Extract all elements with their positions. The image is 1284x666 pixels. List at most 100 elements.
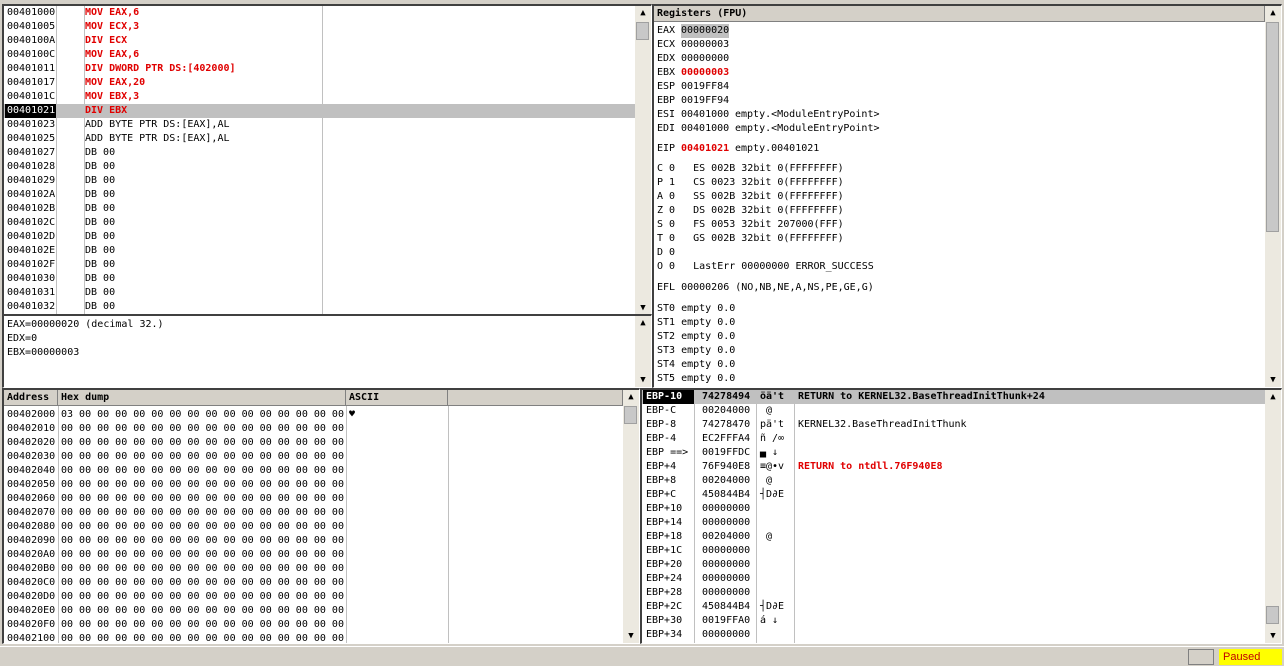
dump-row[interactable]: 004020B0 00 00 00 00 00 00 00 00 00 00 00… xyxy=(4,562,623,576)
register-row[interactable]: EDX 00000000 xyxy=(654,52,1265,66)
flag-row[interactable]: D 0 xyxy=(657,246,1265,260)
stack-row[interactable]: EBP+4 76F940E8 ≡@∙v RETURN to ntdll.76F940E… xyxy=(642,460,1265,474)
stack-row[interactable]: EBP-4 EC2FFFA4 ñ /∞ xyxy=(642,432,1265,446)
disasm-row[interactable]: 00401032 DB 00 xyxy=(4,300,635,314)
fpu-row[interactable]: ST0 empty 0.0 xyxy=(657,302,1265,316)
disasm-row[interactable]: 0040102C DB 00 xyxy=(4,216,635,230)
scroll-up-icon[interactable]: ▲ xyxy=(623,390,639,404)
registers-scrollbar[interactable]: ▲ ▼ xyxy=(1265,6,1281,387)
dump-row[interactable]: 004020F0 00 00 00 00 00 00 00 00 00 00 00… xyxy=(4,618,623,632)
dump-row[interactable]: 00402050 00 00 00 00 00 00 00 00 00 00 00… xyxy=(4,478,623,492)
stack-row[interactable]: EBP+1C 00000000 xyxy=(642,544,1265,558)
efl-row[interactable]: EFL 00000206 (NO,NB,NE,A,NS,PE,GE,G) xyxy=(657,281,1265,295)
register-value[interactable]: 00000003 xyxy=(681,38,729,52)
disasm-row[interactable]: 0040100C MOV EAX,6 xyxy=(4,48,635,62)
scroll-thumb[interactable] xyxy=(1266,606,1279,624)
dump-row[interactable]: 004020C0 00 00 00 00 00 00 00 00 00 00 00… xyxy=(4,576,623,590)
register-value[interactable]: 0019FF84 xyxy=(681,80,729,94)
disasm-row[interactable]: 00401025 ADD BYTE PTR DS:[EAX],AL xyxy=(4,132,635,146)
scroll-up-icon[interactable]: ▲ xyxy=(635,6,651,20)
scroll-up-icon[interactable]: ▲ xyxy=(635,316,651,330)
dump-row[interactable]: 00402100 00 00 00 00 00 00 00 00 00 00 00… xyxy=(4,632,623,643)
register-row[interactable]: EBP 0019FF94 xyxy=(654,94,1265,108)
stack-row[interactable]: EBP+10 00000000 xyxy=(642,502,1265,516)
stack-row[interactable]: EBP+14 00000000 xyxy=(642,516,1265,530)
dump-row[interactable]: 00402070 00 00 00 00 00 00 00 00 00 00 00… xyxy=(4,506,623,520)
stack-row[interactable]: EBP-8 74278470 pä't KERNEL32.BaseThreadInit… xyxy=(642,418,1265,432)
disassembly-pane[interactable]: 00401000 MOV EAX,6 00401005 MOV ECX,3 004010… xyxy=(2,4,652,316)
register-row[interactable]: ESI 00401000 empty.<ModuleEntryPoint> xyxy=(654,108,1265,122)
disasm-row[interactable]: 00401017 MOV EAX,20 xyxy=(4,76,635,90)
scroll-up-icon[interactable]: ▲ xyxy=(1265,390,1281,404)
disasm-row[interactable]: 00401027 DB 00 xyxy=(4,146,635,160)
scroll-down-icon[interactable]: ▼ xyxy=(623,629,639,643)
scroll-down-icon[interactable]: ▼ xyxy=(1265,373,1281,387)
registers-pane[interactable]: Registers (FPU) EAX 00000020 ECX 00000003 ED… xyxy=(652,4,1282,388)
dump-header-ascii[interactable]: ASCII xyxy=(346,390,448,406)
disasm-row[interactable]: 00401005 MOV ECX,3 xyxy=(4,20,635,34)
stack-row[interactable]: EBP+20 00000000 xyxy=(642,558,1265,572)
register-value[interactable]: 0019FF94 xyxy=(681,94,729,108)
dump-row[interactable]: 00402060 00 00 00 00 00 00 00 00 00 00 00… xyxy=(4,492,623,506)
stack-row[interactable]: EBP+24 00000000 xyxy=(642,572,1265,586)
scroll-thumb[interactable] xyxy=(624,406,637,424)
flag-row[interactable]: T 0 GS 002B 32bit 0(FFFFFFFF) xyxy=(657,232,1265,246)
disasm-row[interactable]: 00401028 DB 00 xyxy=(4,160,635,174)
disasm-row[interactable]: 0040101C MOV EBX,3 xyxy=(4,90,635,104)
stack-row[interactable]: EBP-C 00204000 @ xyxy=(642,404,1265,418)
dump-row[interactable]: 004020A0 00 00 00 00 00 00 00 00 00 00 00… xyxy=(4,548,623,562)
register-value[interactable]: 00000020 xyxy=(681,24,730,38)
disasm-row[interactable]: 0040102E DB 00 xyxy=(4,244,635,258)
stack-scrollbar[interactable]: ▲ ▼ xyxy=(1265,390,1281,643)
register-value[interactable]: 00000000 xyxy=(681,52,729,66)
disasm-row[interactable]: 00401029 DB 00 xyxy=(4,174,635,188)
stack-row[interactable]: EBP+C 450844B4 ┤D∂E xyxy=(642,488,1265,502)
flag-row[interactable]: O 0 LastErr 00000000 ERROR_SUCCESS xyxy=(657,260,1265,274)
disasm-row[interactable]: 0040102D DB 00 xyxy=(4,230,635,244)
stack-row[interactable]: EBP+30 0019FFA0 á ↓ xyxy=(642,614,1265,628)
disasm-row[interactable]: 0040102B DB 00 xyxy=(4,202,635,216)
disasm-row[interactable]: 00401031 DB 00 xyxy=(4,286,635,300)
dump-row[interactable]: 00402080 00 00 00 00 00 00 00 00 00 00 00… xyxy=(4,520,623,534)
fpu-row[interactable]: ST3 empty 0.0 xyxy=(657,344,1265,358)
register-value[interactable]: 00000003 xyxy=(681,66,729,80)
scroll-down-icon[interactable]: ▼ xyxy=(635,373,651,387)
flag-row[interactable]: C 0 ES 002B 32bit 0(FFFFFFFF) xyxy=(657,162,1265,176)
registers-title[interactable]: Registers (FPU) xyxy=(654,6,1265,22)
dump-row[interactable]: 00402010 00 00 00 00 00 00 00 00 00 00 00… xyxy=(4,422,623,436)
stack-row[interactable]: EBP+2C 450844B4 ┤D∂E xyxy=(642,600,1265,614)
register-row[interactable]: EDI 00401000 empty.<ModuleEntryPoint> xyxy=(654,122,1265,136)
stack-row[interactable]: EBP ==> 0019FFDC ▄ ↓ xyxy=(642,446,1265,460)
stack-row[interactable]: EBP+28 00000000 xyxy=(642,586,1265,600)
disasm-row[interactable]: 0040100A DIV ECX xyxy=(4,34,635,48)
fpu-row[interactable]: ST1 empty 0.0 xyxy=(657,316,1265,330)
register-row[interactable]: ESP 0019FF84 xyxy=(654,80,1265,94)
fpu-row[interactable]: ST2 empty 0.0 xyxy=(657,330,1265,344)
register-row[interactable]: EIP 00401021 empty.00401021 xyxy=(654,142,1265,156)
info-scrollbar[interactable]: ▲ ▼ xyxy=(635,316,651,387)
dump-scrollbar[interactable]: ▲ ▼ xyxy=(623,390,639,643)
flag-row[interactable]: S 0 FS 0053 32bit 207000(FFF) xyxy=(657,218,1265,232)
dump-row[interactable]: 004020E0 00 00 00 00 00 00 00 00 00 00 00… xyxy=(4,604,623,618)
disasm-row[interactable]: 00401000 MOV EAX,6 xyxy=(4,6,635,20)
dump-row[interactable]: 00402030 00 00 00 00 00 00 00 00 00 00 00… xyxy=(4,450,623,464)
register-value[interactable]: 00401000 xyxy=(681,108,729,122)
flag-row[interactable]: Z 0 DS 002B 32bit 0(FFFFFFFF) xyxy=(657,204,1265,218)
disasm-row[interactable]: 00401021 DIV EBX xyxy=(4,104,635,118)
register-row[interactable]: ECX 00000003 xyxy=(654,38,1265,52)
stack-row[interactable]: EBP+8 00204000 @ xyxy=(642,474,1265,488)
fpu-row[interactable]: ST4 empty 0.0 xyxy=(657,358,1265,372)
stack-row[interactable]: EBP-10 74278494 öä't RETURN to KERNEL32.Bas… xyxy=(642,390,1265,404)
dump-header-hex[interactable]: Hex dump xyxy=(58,390,346,406)
flag-row[interactable]: A 0 SS 002B 32bit 0(FFFFFFFF) xyxy=(657,190,1265,204)
dump-header-address[interactable]: Address xyxy=(4,390,58,406)
disasm-row[interactable]: 0040102F DB 00 xyxy=(4,258,635,272)
flag-row[interactable]: P 1 CS 0023 32bit 0(FFFFFFFF) xyxy=(657,176,1265,190)
register-row[interactable]: EAX 00000020 xyxy=(654,24,1265,38)
dump-row[interactable]: 00402090 00 00 00 00 00 00 00 00 00 00 00… xyxy=(4,534,623,548)
stack-pane[interactable]: EBP-10 74278494 öä't RETURN to KERNEL32.Bas… xyxy=(640,388,1282,644)
disasm-row[interactable]: 00401011 DIV DWORD PTR DS:[402000] xyxy=(4,62,635,76)
register-value[interactable]: 00401000 xyxy=(681,122,729,136)
dump-row[interactable]: 004020D0 00 00 00 00 00 00 00 00 00 00 00… xyxy=(4,590,623,604)
scroll-thumb[interactable] xyxy=(636,22,649,40)
